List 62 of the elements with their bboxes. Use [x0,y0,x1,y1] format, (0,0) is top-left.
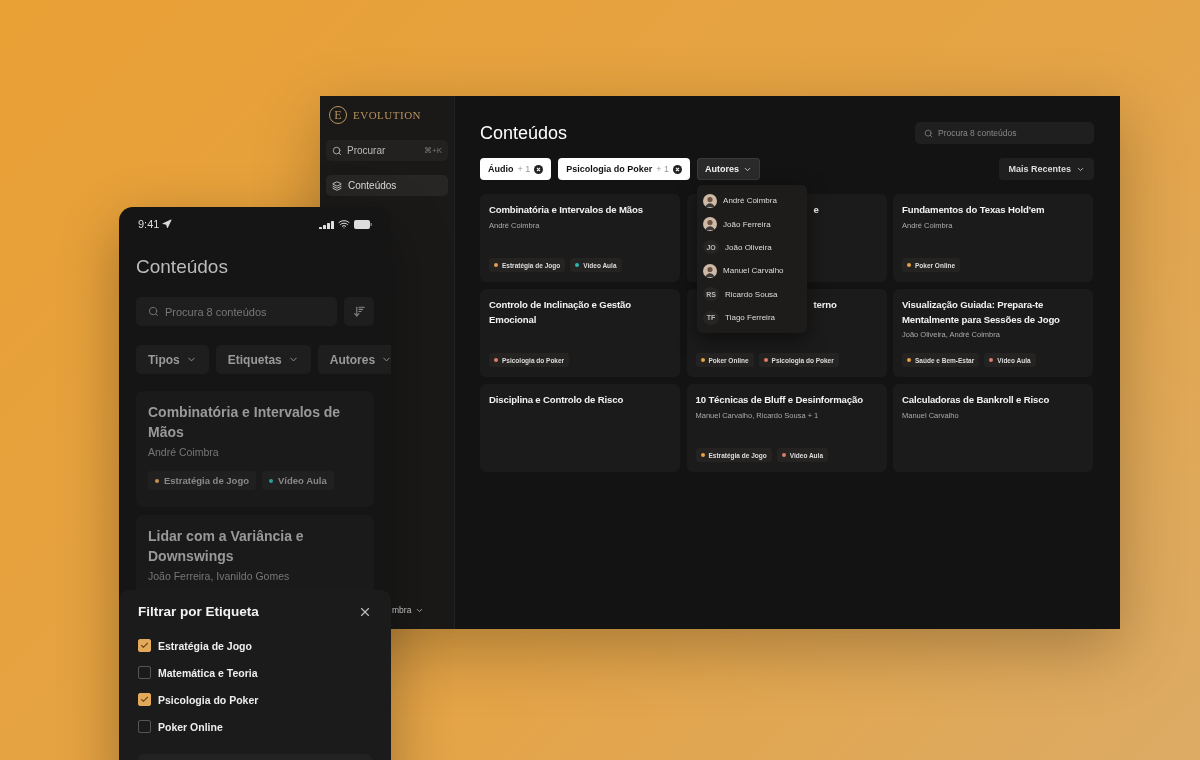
sort-button[interactable] [344,297,374,326]
signal-icon [319,219,334,229]
card-title: e [812,203,820,217]
check-icon [140,641,149,650]
search-field[interactable]: Procura 8 conteúdos [136,297,337,326]
page-title: Conteúdos [480,122,568,144]
filter-chip[interactable]: Psicologia do Poker + 1 [558,158,691,180]
tag: Vídeo Aula [262,471,334,490]
avatar-icon [703,193,718,208]
checkbox[interactable] [138,693,151,706]
page-title: Conteúdos [136,256,229,278]
content-card[interactable]: Combinatória e Intervalos de Mãos André Coimbra Estratégia de Jogo Vídeo Aula [136,391,374,507]
filter-chip[interactable]: Autores [697,158,761,180]
shortcut-hint: ⌘+K [424,146,442,155]
option-label: Poker Online [158,720,223,733]
status-time: 9:41 [138,218,160,230]
author-option[interactable]: João Ferreira [703,212,802,236]
logo-name: EVOLUTION [353,109,422,121]
card-authors: André Coimbra [148,446,220,458]
search-icon [332,145,342,156]
sort-icon [352,305,366,318]
avatar-icon [703,263,718,278]
checkbox[interactable] [138,666,151,679]
card-title: Disciplina e Controlo de Risco [489,393,625,407]
card-title: Controlo de Inclinação e Gestão Emocional [489,298,632,327]
checkbox[interactable] [138,720,151,733]
search-icon [924,128,933,138]
card-title: Lidar com a Variância e Downswings [148,527,305,566]
clear-icon[interactable] [534,164,544,174]
wifi-icon [338,218,350,230]
clear-icon[interactable] [673,164,683,174]
card-title: Fundamentos do Texas Hold'em [902,203,1046,217]
nav-item[interactable]: Conteúdos [326,175,448,196]
option-label: Psicologia do Poker [158,693,259,706]
tag: Estratégia de Jogo [148,471,256,490]
search-button[interactable]: Procurar ⌘+K [326,140,448,161]
filter-chip[interactable]: Etiquetas [215,345,311,374]
checkbox[interactable] [138,639,151,652]
battery-icon [354,219,372,229]
avatar-icon [703,217,718,232]
filter-chip[interactable]: Áudio + 1 [480,158,552,180]
card-title: Combinatória e Intervalos de Mãos [489,203,644,217]
author-option[interactable]: Manuel Carvalho [703,259,802,283]
filter-chip[interactable]: Autores [317,345,391,374]
search-icon [148,306,159,317]
card-title: Visualização Guiada: Prepara-te Mentalmente para Sessões de Jogo [902,298,1061,327]
card-authors: João Ferreira, Ivanildo Gomes [148,570,291,582]
card-title: Combinatória e Intervalos de Mãos [148,403,342,442]
card-title: terno [812,298,838,312]
filter-chip[interactable]: Tipos [136,345,209,374]
content-card[interactable]: Disciplina e Controlo de Risco [480,384,680,472]
card-title: Calculadoras de Bankroll e Risco [902,393,1051,407]
location-icon [162,219,173,229]
author-option[interactable]: André Coimbra [703,189,802,213]
layers-icon [332,180,342,191]
option-label: Matemática e Teoria [158,666,258,679]
option-label: Estratégia de Jogo [158,639,252,652]
search-field[interactable]: Procura 8 conteúdos [915,122,1094,144]
sort-button[interactable]: Mais Recentes [999,158,1094,180]
card-title: 10 Técnicas de Bluff e Desinformação [695,393,864,407]
sheet-title: Filtrar por Etiqueta [138,604,259,619]
check-icon [140,695,149,704]
